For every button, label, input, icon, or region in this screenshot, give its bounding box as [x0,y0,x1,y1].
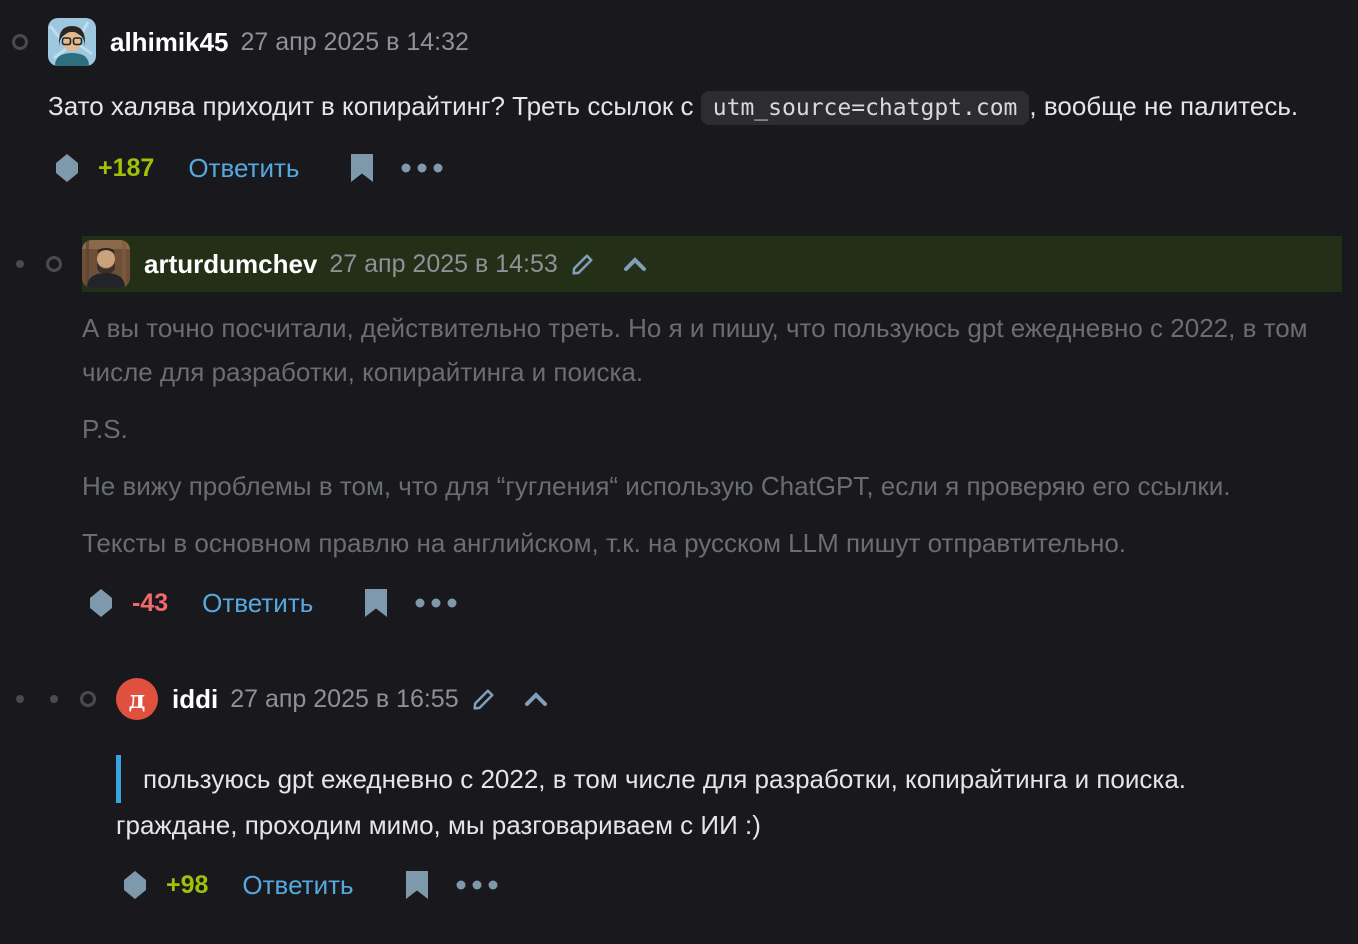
comment: alhimik45 27 апр 2025 в 14:32 Зато халяв… [3,14,1342,186]
reply-button[interactable]: Ответить [202,588,313,619]
avatar-letter: д [129,685,146,714]
collapse-toggle[interactable] [80,691,96,707]
vote-diamond-icon [90,589,112,617]
comment: д iddi 27 апр 2025 в 16:55 пользуюсь gpt… [3,671,1342,903]
bookmark-button[interactable] [406,871,428,899]
go-to-parent-button[interactable] [623,257,647,272]
vote-score: -43 [132,589,168,618]
paragraph: граждане, проходим мимо, мы разговаривае… [116,803,1342,847]
avatar[interactable] [48,18,96,66]
thread-rail [3,14,37,70]
collapse-toggle[interactable] [46,256,62,272]
avatar[interactable]: д [116,678,158,720]
avatar-image [82,240,130,288]
bookmark-button[interactable] [351,154,373,182]
vote-button[interactable] [90,589,112,617]
comment-actions: -43 Ответить [82,585,1342,621]
paragraph: Не вижу проблемы в том, что для “гуглени… [82,464,1342,508]
paragraph: А вы точно посчитали, действительно трет… [82,306,1342,394]
username-link[interactable]: alhimik45 [110,27,229,58]
vote-score: +187 [98,154,154,183]
paragraph: Зато халява приходит в копирайтинг? Трет… [48,84,1342,130]
thread-rail [3,236,71,292]
comment-header: д iddi 27 апр 2025 в 16:55 [116,671,1342,727]
more-actions-button[interactable] [401,163,443,173]
chevron-up-icon [524,692,548,707]
ellipsis-icon [401,163,443,173]
comment-header-highlighted: arturdumchev 27 апр 2025 в 14:53 [82,236,1342,292]
ellipsis-icon [415,598,457,608]
username-link[interactable]: arturdumchev [144,249,317,280]
comment-actions: +187 Ответить [48,150,1342,186]
inline-code: utm_source=chatgpt.com [701,91,1030,125]
timestamp-link[interactable]: 27 апр 2025 в 14:32 [241,28,469,57]
paragraph: P.S. [82,407,1342,451]
vote-diamond-icon [56,154,78,182]
bookmark-icon [351,154,373,182]
comment: arturdumchev 27 апр 2025 в 14:53 А вы то… [3,236,1342,621]
username-link[interactable]: iddi [172,684,218,715]
avatar[interactable] [82,240,130,288]
thread-indent-dot [50,695,58,703]
more-actions-button[interactable] [456,880,498,890]
bookmark-icon [406,871,428,899]
vote-diamond-icon [124,871,146,899]
go-to-parent-button[interactable] [524,692,548,707]
thread-rail [3,671,105,727]
avatar-image [48,18,96,66]
ellipsis-icon [456,880,498,890]
bookmark-icon [365,589,387,617]
vote-score: +98 [166,871,208,900]
reply-button[interactable]: Ответить [242,870,353,901]
comment-thread: alhimik45 27 апр 2025 в 14:32 Зато халяв… [0,0,1358,903]
vote-button[interactable] [56,154,78,182]
thread-indent-dot [16,260,24,268]
quote-block: пользуюсь gpt ежедневно с 2022, в том чи… [116,755,1342,803]
paragraph: Тексты в основном правлю на английском, … [82,521,1342,565]
collapse-toggle[interactable] [12,34,28,50]
more-actions-button[interactable] [415,598,457,608]
timestamp-link[interactable]: 27 апр 2025 в 14:53 [329,250,557,279]
chevron-up-icon [623,257,647,272]
comment-body: пользуюсь gpt ежедневно с 2022, в том чи… [116,755,1342,847]
comment-body: Зато халява приходит в копирайтинг? Трет… [48,84,1342,130]
comment-body: А вы точно посчитали, действительно трет… [82,306,1342,565]
thread-indent-dot [16,695,24,703]
comment-actions: +98 Ответить [116,867,1342,903]
reply-button[interactable]: Ответить [188,153,299,184]
comment-header: alhimik45 27 апр 2025 в 14:32 [48,14,1342,70]
edited-pencil-icon [570,252,595,277]
timestamp-link[interactable]: 27 апр 2025 в 16:55 [230,685,458,714]
vote-button[interactable] [124,871,146,899]
bookmark-button[interactable] [365,589,387,617]
edited-pencil-icon [471,687,496,712]
